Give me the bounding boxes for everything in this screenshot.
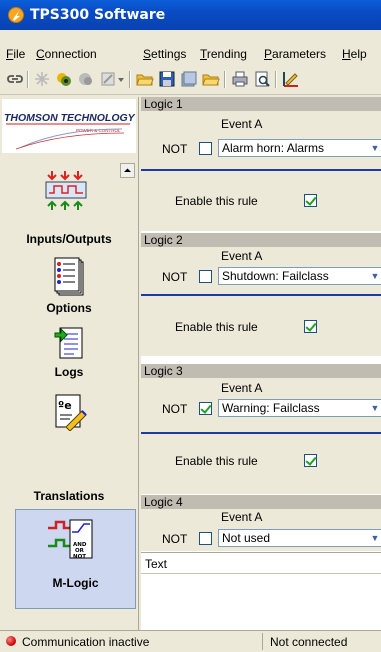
save-icon[interactable] [158,70,176,88]
divider [141,573,381,574]
enable-rule-label: Enable this rule [175,194,258,208]
sidebar-item-translations[interactable]: ºe Translations [0,393,138,503]
svg-text:NOT: NOT [73,554,86,560]
menu-trending[interactable]: Trending [200,47,247,61]
translations-icon: ºe [55,394,87,431]
event-a-label: Event A [221,117,263,131]
menu-file-rest: ile [13,47,26,61]
inputs-outputs-icon [45,171,87,210]
sidebar-item-label: Options [46,301,92,315]
m-logic-icon: AND OR NOT [48,519,93,560]
logic-2-enable-checkbox[interactable] [304,320,317,333]
not-label: NOT [162,142,188,156]
m-logic-panel: Logic 1 Event A NOT Alarm horn: Alarms ▼ … [141,97,381,630]
sidebar-item-label: Inputs/Outputs [26,232,112,246]
options-icon [54,257,84,296]
logic-4-header: Logic 4 [141,495,381,509]
event-a-label: Event A [221,249,263,263]
logic-3-enable-checkbox[interactable] [304,454,317,467]
sidebar-item-inputs-outputs[interactable]: Inputs/Outputs [0,163,138,246]
menu-file[interactable]: File [6,47,25,61]
connect-icon[interactable] [6,70,24,88]
event-a-label: Event A [221,510,263,524]
menu-help[interactable]: Help [342,47,367,61]
company-logo: THOMSON TECHNOLOGY POWER & CONTROL [2,99,136,153]
select-value: Warning: Failclass [222,401,320,415]
status-separator [262,633,263,650]
logic-1-not-checkbox[interactable] [199,142,212,155]
toolbar-separator [224,71,226,88]
text-panel-label: Text [145,557,168,571]
menu-bar: File Connection Settings Trending Parame… [0,42,381,64]
menu-parameters[interactable]: Parameters [264,47,326,61]
edit-icon[interactable] [99,70,117,88]
not-label: NOT [162,532,188,546]
logic-3-not-checkbox[interactable] [199,402,212,415]
event-a-label: Event A [221,381,263,395]
sidebar-item-m-logic[interactable]: AND OR NOT M-Logic [15,509,136,609]
logs-icon [54,327,83,359]
logic-1-header: Logic 1 [141,97,381,111]
open-folder-icon[interactable] [202,70,220,88]
edit-pen-icon[interactable] [282,70,300,88]
title-bar: TPS300 Software [0,0,381,30]
logic-1-event-select[interactable]: Alarm horn: Alarms ▼ [218,139,381,157]
toolbar [0,64,381,95]
logic-2-event-block: Event A NOT Shutdown: Failclass ▼ [141,247,381,294]
print-preview-icon[interactable] [253,70,271,88]
logic-4-event-select[interactable]: Not used ▼ [218,529,381,547]
select-value: Alarm horn: Alarms [222,141,325,155]
svg-text:THOMSON TECHNOLOGY: THOMSON TECHNOLOGY [4,112,136,124]
connection-status: Not connected [270,635,348,649]
window-title: TPS300 Software [30,7,166,23]
logic-1-enable-checkbox[interactable] [304,194,317,207]
sidebar-item-label: M-Logic [52,576,99,590]
text-panel[interactable]: Text [141,552,381,631]
not-label: NOT [162,402,188,416]
open-icon[interactable] [136,70,154,88]
thomson-logo: THOMSON TECHNOLOGY POWER & CONTROL [4,112,136,150]
disconnect-icon[interactable] [33,70,51,88]
logic-2-header: Logic 2 [141,233,381,247]
not-label: NOT [162,270,188,284]
sidebar: THOMSON TECHNOLOGY POWER & CONTROL Input… [0,97,139,630]
logic-4-not-checkbox[interactable] [199,532,212,545]
read-icon[interactable] [55,70,73,88]
logic-3-header: Logic 3 [141,364,381,378]
status-red-icon [6,636,16,646]
chevron-down-icon: ▼ [370,533,380,543]
write-icon[interactable] [77,70,95,88]
toolbar-separator [275,71,277,88]
logic-3-event-block: Event A NOT Warning: Failclass ▼ [141,378,381,432]
logic-1-enable-block: Enable this rule [141,171,381,231]
toolbar-separator [129,71,131,88]
enable-rule-label: Enable this rule [175,320,258,334]
enable-rule-label: Enable this rule [175,454,258,468]
save-all-icon[interactable] [180,70,198,88]
status-bar: Communication inactive Not connected [0,630,381,652]
app-icon [8,7,24,23]
toolbar-separator [27,71,29,88]
logic-3-event-select[interactable]: Warning: Failclass ▼ [218,399,381,417]
logic-3-enable-block: Enable this rule [141,434,381,494]
chevron-down-icon: ▼ [370,271,380,281]
select-value: Not used [222,531,271,545]
dropdown-icon[interactable] [117,70,125,88]
svg-text:ºe: ºe [58,399,72,412]
menu-settings[interactable]: Settings [143,47,186,61]
logic-2-enable-block: Enable this rule [141,296,381,356]
sidebar-item-label: Translations [33,489,105,503]
print-icon[interactable] [231,70,249,88]
logic-1-event-block: Event A NOT Alarm horn: Alarms ▼ [141,111,381,169]
select-value: Shutdown: Failclass [222,269,329,283]
sidebar-item-label: Logs [54,365,84,379]
logic-4-event-block: Event A NOT Not used ▼ [141,509,381,551]
menu-connection[interactable]: Connection [36,47,97,61]
chevron-down-icon: ▼ [370,403,380,413]
chevron-down-icon: ▼ [370,143,380,153]
communication-status: Communication inactive [22,635,150,649]
logic-2-not-checkbox[interactable] [199,270,212,283]
logic-2-event-select[interactable]: Shutdown: Failclass ▼ [218,267,381,285]
